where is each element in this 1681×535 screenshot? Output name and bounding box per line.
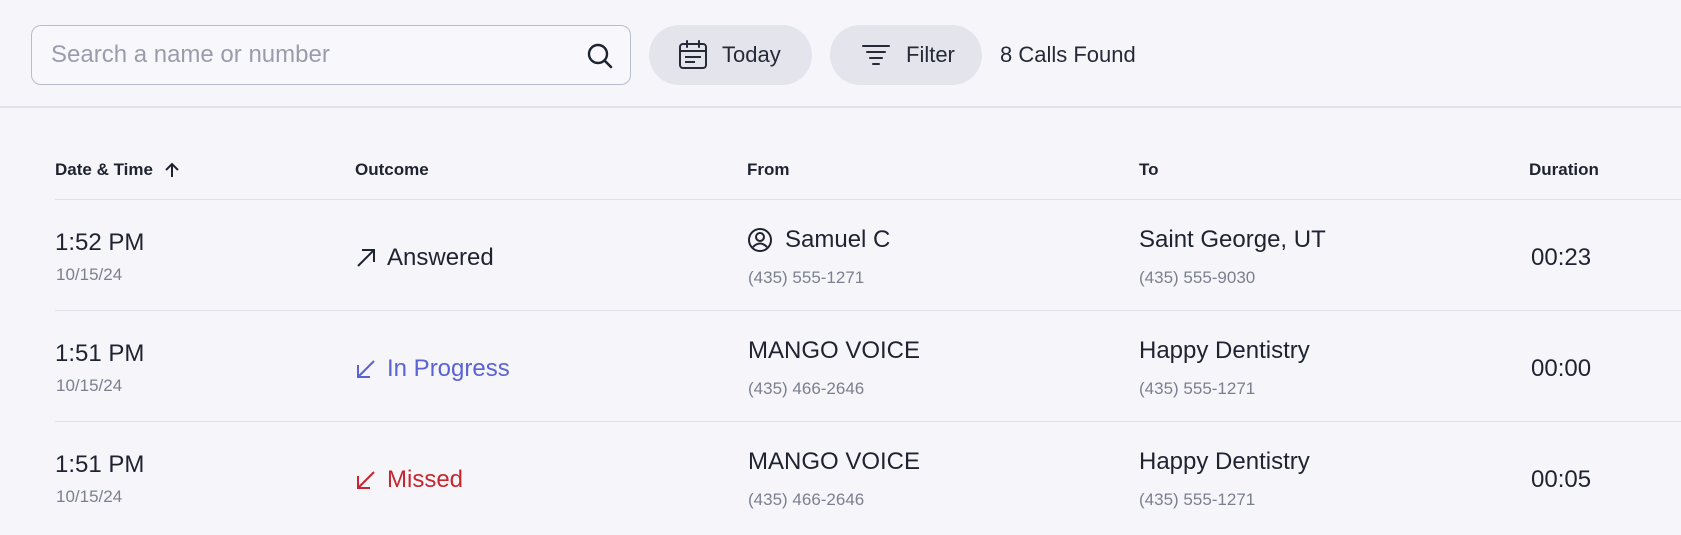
to-number: (435) 555-9030 (1139, 268, 1256, 287)
call-duration: 00:00 (1531, 355, 1592, 382)
column-datetime[interactable]: Date & Time (55, 160, 181, 180)
search-input[interactable] (51, 41, 571, 69)
outcome-label: In Progress (387, 355, 510, 382)
table-row[interactable]: 1:51 PM 10/15/24 In Progress MANGO VOICE… (55, 310, 1681, 421)
column-duration[interactable]: Duration (1529, 160, 1599, 180)
call-outcome: Answered (355, 244, 494, 272)
to-name: Happy Dentistry (1139, 337, 1310, 364)
to-number: (435) 555-1271 (1139, 490, 1256, 509)
column-to[interactable]: To (1139, 160, 1159, 180)
table-row[interactable]: 1:51 PM 10/15/24 Missed MANGO VOICE (435… (55, 421, 1681, 532)
call-outcome: In Progress (355, 355, 510, 383)
call-date: 10/15/24 (56, 376, 123, 395)
from-number: (435) 466-2646 (748, 490, 865, 509)
call-duration: 00:05 (1531, 466, 1592, 493)
call-outcome: Missed (355, 466, 463, 494)
column-from[interactable]: From (747, 160, 790, 180)
outcome-label: Missed (387, 466, 464, 493)
call-time: 1:52 PM (55, 229, 145, 256)
from-name: MANGO VOICE (748, 337, 921, 364)
arrow-up-right-icon (357, 249, 375, 267)
to-number: (435) 555-1271 (1139, 379, 1256, 398)
table-row[interactable]: 1:52 PM 10/15/24 Answered Samuel C (435)… (55, 199, 1681, 310)
user-circle-icon (748, 228, 772, 252)
filter-label: Filter (906, 42, 955, 67)
call-date: 10/15/24 (56, 265, 123, 284)
arrow-down-left-icon (357, 360, 375, 378)
call-duration: 00:23 (1531, 244, 1592, 271)
from-name: Samuel C (747, 226, 890, 254)
call-time: 1:51 PM (55, 451, 145, 478)
sort-ascending-icon[interactable] (163, 161, 181, 179)
today-label: Today (722, 42, 781, 67)
filter-icon (862, 45, 890, 65)
calendar-icon (679, 40, 707, 69)
to-name: Happy Dentistry (1139, 448, 1310, 475)
from-name-label: Samuel C (785, 226, 891, 253)
from-number: (435) 555-1271 (748, 268, 865, 287)
column-datetime-label: Date & Time (55, 160, 153, 179)
from-name: MANGO VOICE (748, 448, 921, 475)
to-name: Saint George, UT (1139, 226, 1326, 253)
search-box[interactable] (31, 25, 631, 85)
search-icon[interactable] (586, 42, 614, 70)
call-date: 10/15/24 (56, 487, 123, 506)
filter-button[interactable]: Filter (830, 25, 982, 85)
toolbar: Today Filter 8 Calls Found (0, 0, 1681, 108)
today-button[interactable]: Today (649, 25, 812, 85)
arrow-down-left-icon (357, 471, 375, 489)
column-outcome[interactable]: Outcome (355, 160, 429, 180)
outcome-label: Answered (387, 244, 494, 271)
from-number: (435) 466-2646 (748, 379, 865, 398)
calls-found-count: 8 Calls Found (1000, 42, 1136, 67)
call-time: 1:51 PM (55, 340, 145, 367)
table-header: Date & Time Outcome From To Duration (0, 108, 1681, 200)
